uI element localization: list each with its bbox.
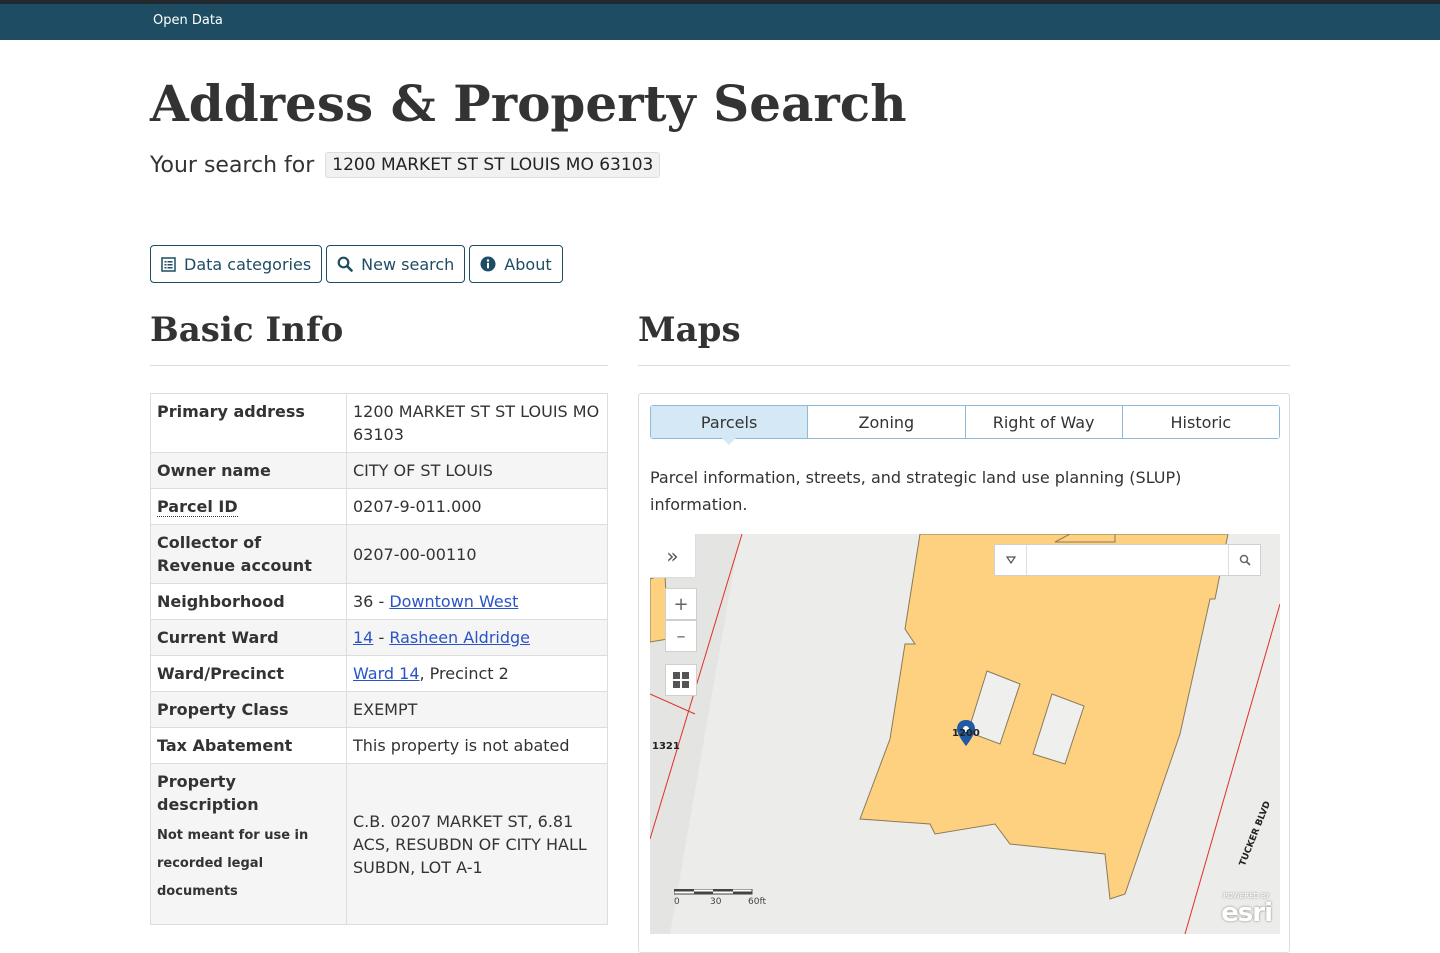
esri-logo: POWERED BY esri — [1221, 892, 1273, 928]
maps-panel: Parcels Zoning Right of Way Historic Par… — [638, 393, 1290, 953]
current-ward-label: Current Ward — [150, 619, 347, 656]
maps-divider — [638, 365, 1290, 366]
maps-heading: Maps — [638, 310, 741, 350]
double-chevron-right-icon: » — [666, 543, 679, 568]
search-query: 1200 MARKET ST ST LOUIS MO 63103 — [325, 152, 661, 178]
tab-right-of-way[interactable]: Right of Way — [965, 406, 1123, 438]
scale-label-0: 0 — [674, 897, 680, 907]
grid-icon — [673, 672, 689, 688]
plus-icon: + — [673, 593, 689, 615]
adjacent-parcel-label: 1321 — [652, 741, 680, 752]
map-tabs: Parcels Zoning Right of Way Historic — [650, 405, 1280, 445]
new-search-button[interactable]: New search — [326, 245, 466, 283]
property-description-value: C.B. 0207 MARKET ST, 6.81 ACS, RESUBDN O… — [346, 763, 608, 925]
tax-abatement-value: This property is not abated — [346, 727, 608, 764]
scale-label-30: 30 — [710, 897, 722, 907]
parcel-id-label[interactable]: Parcel ID — [157, 497, 238, 517]
collector-account-value: 0207-00-00110 — [346, 524, 608, 584]
scale-bar-graphic — [674, 889, 753, 895]
table-row: Ward/Precinct Ward 14, Precinct 2 — [150, 655, 608, 692]
search-icon — [1239, 554, 1251, 566]
table-row: Owner name CITY OF ST LOUIS — [150, 452, 608, 489]
property-description-label-cell: Property description Not meant for use i… — [150, 763, 347, 925]
property-class-label: Property Class — [150, 691, 347, 728]
search-source-dropdown[interactable] — [995, 545, 1027, 575]
search-summary: Your search for 1200 MARKET ST ST LOUIS … — [150, 152, 661, 178]
table-row: Tax Abatement This property is not abate… — [150, 727, 608, 764]
parcel-id-label-cell: Parcel ID — [150, 488, 347, 525]
table-row: Property description Not meant for use i… — [150, 763, 608, 925]
tab-historic[interactable]: Historic — [1122, 406, 1279, 438]
powered-by-text: POWERED BY — [1223, 892, 1270, 900]
about-button[interactable]: About — [469, 245, 563, 283]
table-row: Current Ward 14 - Rasheen Aldridge — [150, 619, 608, 656]
table-row: Neighborhood 36 - Downtown West — [150, 583, 608, 620]
table-row: Parcel ID 0207-9-011.000 — [150, 488, 608, 525]
owner-name-label: Owner name — [150, 452, 347, 489]
neighborhood-number: 36 - — [353, 592, 390, 611]
tab-parcels[interactable]: Parcels — [651, 406, 809, 445]
basic-info-heading: Basic Info — [150, 310, 344, 350]
search-prefix: Your search for — [150, 153, 315, 178]
table-row: Property Class EXEMPT — [150, 691, 608, 728]
zoom-out-button[interactable]: – — [665, 620, 697, 652]
precinct-text: , Precinct 2 — [419, 664, 509, 683]
map-description: Parcel information, streets, and strateg… — [650, 468, 1182, 514]
caret-down-icon — [1005, 556, 1016, 564]
list-icon — [161, 256, 176, 272]
info-icon — [480, 256, 496, 272]
parcel-map[interactable]: 1200 1321 TUCKER BLVD » + – 0 30 60ft PO… — [650, 534, 1280, 934]
alderperson-link[interactable]: Rasheen Aldridge — [389, 628, 530, 647]
about-label: About — [504, 254, 552, 274]
page-title: Address & Property Search — [150, 74, 907, 133]
top-nav-bar: Open Data — [0, 0, 1440, 40]
primary-address-label: Primary address — [150, 393, 347, 453]
search-icon — [337, 256, 353, 272]
minus-icon: – — [676, 625, 686, 647]
basic-info-divider — [150, 365, 608, 366]
property-class-value: EXEMPT — [346, 691, 608, 728]
current-ward-value: 14 - Rasheen Aldridge — [346, 619, 608, 656]
parcel-id-value: 0207-9-011.000 — [346, 488, 608, 525]
scale-label-60: 60ft — [748, 897, 766, 907]
basic-info-table: Primary address 1200 MARKET ST ST LOUIS … — [150, 393, 608, 925]
legal-disclaimer-note: Not meant for use in recorded legal docu… — [157, 828, 309, 899]
basemap-toggle-button[interactable] — [665, 664, 697, 696]
owner-name-value: CITY OF ST LOUIS — [346, 452, 608, 489]
ward-separator: - — [373, 628, 390, 647]
expand-panel-button[interactable]: » — [650, 534, 696, 578]
map-search-button[interactable] — [1228, 545, 1260, 575]
action-buttons: Data categories New search About — [150, 245, 563, 283]
parcel-number-label: 1200 — [952, 728, 980, 739]
table-row: Collector of Revenue account 0207-00-001… — [150, 524, 608, 584]
tax-abatement-label: Tax Abatement — [150, 727, 347, 764]
ward-precinct-label: Ward/Precinct — [150, 655, 347, 692]
tab-zoning[interactable]: Zoning — [808, 406, 966, 438]
primary-address-value: 1200 MARKET ST ST LOUIS MO 63103 — [346, 393, 608, 453]
esri-logo-text: esri — [1221, 898, 1273, 928]
neighborhood-value: 36 - Downtown West — [346, 583, 608, 620]
property-description-label: Property description — [157, 772, 259, 814]
map-search-input[interactable] — [1027, 545, 1228, 575]
neighborhood-label: Neighborhood — [150, 583, 347, 620]
ward-precinct-value: Ward 14, Precinct 2 — [346, 655, 608, 692]
ward-link[interactable]: Ward 14 — [353, 664, 420, 683]
neighborhood-link[interactable]: Downtown West — [389, 592, 518, 611]
data-categories-button[interactable]: Data categories — [150, 245, 323, 283]
data-categories-label: Data categories — [184, 254, 312, 274]
map-search-box — [994, 544, 1261, 576]
ward-number-link[interactable]: 14 — [353, 628, 373, 647]
scale-bar: 0 30 60ft — [674, 889, 766, 907]
open-data-link[interactable]: Open Data — [153, 13, 223, 28]
table-row: Primary address 1200 MARKET ST ST LOUIS … — [150, 393, 608, 453]
zoom-in-button[interactable]: + — [665, 588, 697, 620]
new-search-label: New search — [361, 254, 455, 274]
collector-account-label: Collector of Revenue account — [150, 524, 347, 584]
